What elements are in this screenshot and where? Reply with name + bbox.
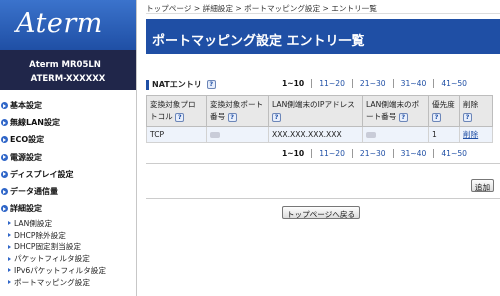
sidebar-item-label: 詳細設定 xyxy=(10,204,42,214)
arrow-circle-icon xyxy=(1,153,8,161)
header-lan-port: LAN側端末のポート番号 ? xyxy=(362,95,429,127)
sidebar-subitem-label: DHCP除外設定 xyxy=(14,230,66,240)
page-link-1: 1~10 xyxy=(282,149,305,158)
sidebar-subitem-label: LAN側設定 xyxy=(14,218,53,228)
sidebar-item-label: 電源設定 xyxy=(10,152,42,162)
triangle-right-icon xyxy=(8,233,11,237)
cell-port-redacted xyxy=(206,126,269,143)
sidebar-subitem-label: IPv6パケットフィルタ設定 xyxy=(14,265,106,275)
redacted-value xyxy=(210,132,220,138)
breadcrumb: トップページ > 詳細設定 > ポートマッピング設定 > エントリ一覧 xyxy=(146,0,500,14)
pager-bottom: 1~10 11~20 21~30 31~40 41~50 xyxy=(282,149,474,158)
header-protocol: 変換対象プロトコル ? xyxy=(146,95,207,127)
help-icon[interactable]: ? xyxy=(227,112,237,122)
page-link-3[interactable]: 21~30 xyxy=(351,149,393,158)
arrow-circle-icon xyxy=(1,119,8,127)
sidebar-subitem-lan[interactable]: LAN側設定 xyxy=(0,217,136,229)
triangle-right-icon xyxy=(8,244,11,249)
add-button[interactable]: 追加 xyxy=(471,179,494,192)
page-link-5[interactable]: 41~50 xyxy=(433,149,474,158)
arrow-circle-icon xyxy=(1,136,8,144)
main-content: トップページ > 詳細設定 > ポートマッピング設定 > エントリ一覧 ポートマ… xyxy=(146,0,500,296)
sidebar-item-label: 基本設定 xyxy=(10,101,42,111)
sidebar-subitem-dhcp-exclude[interactable]: DHCP除外設定 xyxy=(0,229,136,241)
page-link-1: 1~10 xyxy=(282,79,305,88)
logo-text: Aterm xyxy=(16,8,103,39)
header-lan-ip: LAN側端末のIPアドレス ? xyxy=(268,95,363,127)
sidebar-subitem-packet-filter[interactable]: パケットフィルタ設定 xyxy=(0,253,136,265)
sidebar-item-data-usage[interactable]: データ通信量 xyxy=(0,183,136,200)
header-delete: 削除 ? xyxy=(459,95,493,127)
pager-top: 1~10 11~20 21~30 31~40 41~50 xyxy=(282,79,474,88)
divider xyxy=(146,198,500,199)
page-link-2[interactable]: 11~20 xyxy=(311,149,352,158)
help-icon[interactable]: ? xyxy=(398,112,408,122)
sidebar-subitem-dhcp-fixed[interactable]: DHCP固定割当設定 xyxy=(0,241,136,253)
triangle-right-icon xyxy=(8,280,11,285)
sidebar-item-wireless[interactable]: 無線LAN設定 xyxy=(0,114,136,131)
sidebar-item-advanced[interactable]: 詳細設定 xyxy=(0,200,136,217)
cell-lan-port-redacted xyxy=(362,126,429,143)
help-icon[interactable]: ? xyxy=(432,112,441,122)
triangle-right-icon xyxy=(8,256,11,261)
help-icon[interactable]: ? xyxy=(272,112,281,122)
sidebar-item-label: データ通信量 xyxy=(10,187,58,197)
sidebar-subitem-label: ポートマッピング設定 xyxy=(14,277,90,287)
arrow-circle-icon xyxy=(1,102,8,110)
device-info: Aterm MR05LN ATERM-XXXXXX xyxy=(0,50,136,90)
triangle-right-icon xyxy=(8,221,11,226)
cell-lan-ip: XXX.XXX.XXX.XXX xyxy=(268,126,363,143)
back-to-top-button[interactable]: トップページへ戻る xyxy=(282,206,360,219)
nat-entry-table: 変換対象プロトコル ? 変換対象ポート番号 ? LAN側端末のIPアドレス ? … xyxy=(146,95,493,143)
sidebar-subitem-label: パケットフィルタ設定 xyxy=(14,254,90,264)
page-link-5[interactable]: 41~50 xyxy=(433,79,474,88)
table-row: TCP XXX.XXX.XXX.XXX 1 削除 xyxy=(146,126,493,143)
section-header: NATエントリ ? xyxy=(146,79,216,90)
section-title: NATエントリ xyxy=(152,80,202,89)
aterm-logo[interactable]: Aterm xyxy=(0,0,136,50)
table-header-row: 変換対象プロトコル ? 変換対象ポート番号 ? LAN側端末のIPアドレス ? … xyxy=(146,95,493,127)
sidebar-subitem-label: DHCP固定割当設定 xyxy=(14,242,82,252)
page-link-3[interactable]: 21~30 xyxy=(351,79,393,88)
sidebar: Aterm Aterm MR05LN ATERM-XXXXXX 基本設定 無線L… xyxy=(0,0,137,296)
header-priority: 優先度 ? xyxy=(428,95,460,127)
arrow-circle-icon xyxy=(1,188,8,196)
sidebar-subitem-ipv6-filter[interactable]: IPv6パケットフィルタ設定 xyxy=(0,265,136,277)
sidebar-nav: 基本設定 無線LAN設定 ECO設定 電源設定 ディスプレイ設定 データ通信量 … xyxy=(0,97,136,288)
sidebar-subitem-port-mapping[interactable]: ポートマッピング設定 xyxy=(0,276,136,288)
section-marker xyxy=(146,79,149,90)
page-link-4[interactable]: 31~40 xyxy=(392,149,434,158)
sidebar-item-eco[interactable]: ECO設定 xyxy=(0,131,136,148)
sidebar-item-label: 無線LAN設定 xyxy=(10,118,60,128)
page-title: ポートマッピング設定 エントリ一覧 xyxy=(146,19,500,54)
sidebar-item-power[interactable]: 電源設定 xyxy=(0,149,136,166)
page-link-4[interactable]: 31~40 xyxy=(392,79,434,88)
triangle-right-icon xyxy=(8,268,11,273)
cell-priority: 1 xyxy=(428,126,460,143)
header-port: 変換対象ポート番号 ? xyxy=(206,95,269,127)
cell-protocol: TCP xyxy=(146,126,207,143)
redacted-value xyxy=(366,132,376,138)
sidebar-item-label: ECO設定 xyxy=(10,135,45,145)
sidebar-item-display[interactable]: ディスプレイ設定 xyxy=(0,166,136,183)
help-icon[interactable]: ? xyxy=(206,80,216,89)
divider xyxy=(146,163,500,164)
page-link-2[interactable]: 11~20 xyxy=(311,79,352,88)
help-icon[interactable]: ? xyxy=(463,112,472,122)
delete-link[interactable]: 削除 xyxy=(463,130,478,139)
device-name: ATERM-XXXXXX xyxy=(30,74,106,84)
model-name: Aterm MR05LN xyxy=(29,60,101,70)
sidebar-item-label: ディスプレイ設定 xyxy=(10,169,74,179)
arrow-circle-icon xyxy=(1,170,8,178)
cell-delete: 削除 xyxy=(459,126,493,143)
arrow-circle-icon xyxy=(1,205,8,213)
help-icon[interactable]: ? xyxy=(175,112,185,122)
sidebar-item-basic[interactable]: 基本設定 xyxy=(0,97,136,114)
